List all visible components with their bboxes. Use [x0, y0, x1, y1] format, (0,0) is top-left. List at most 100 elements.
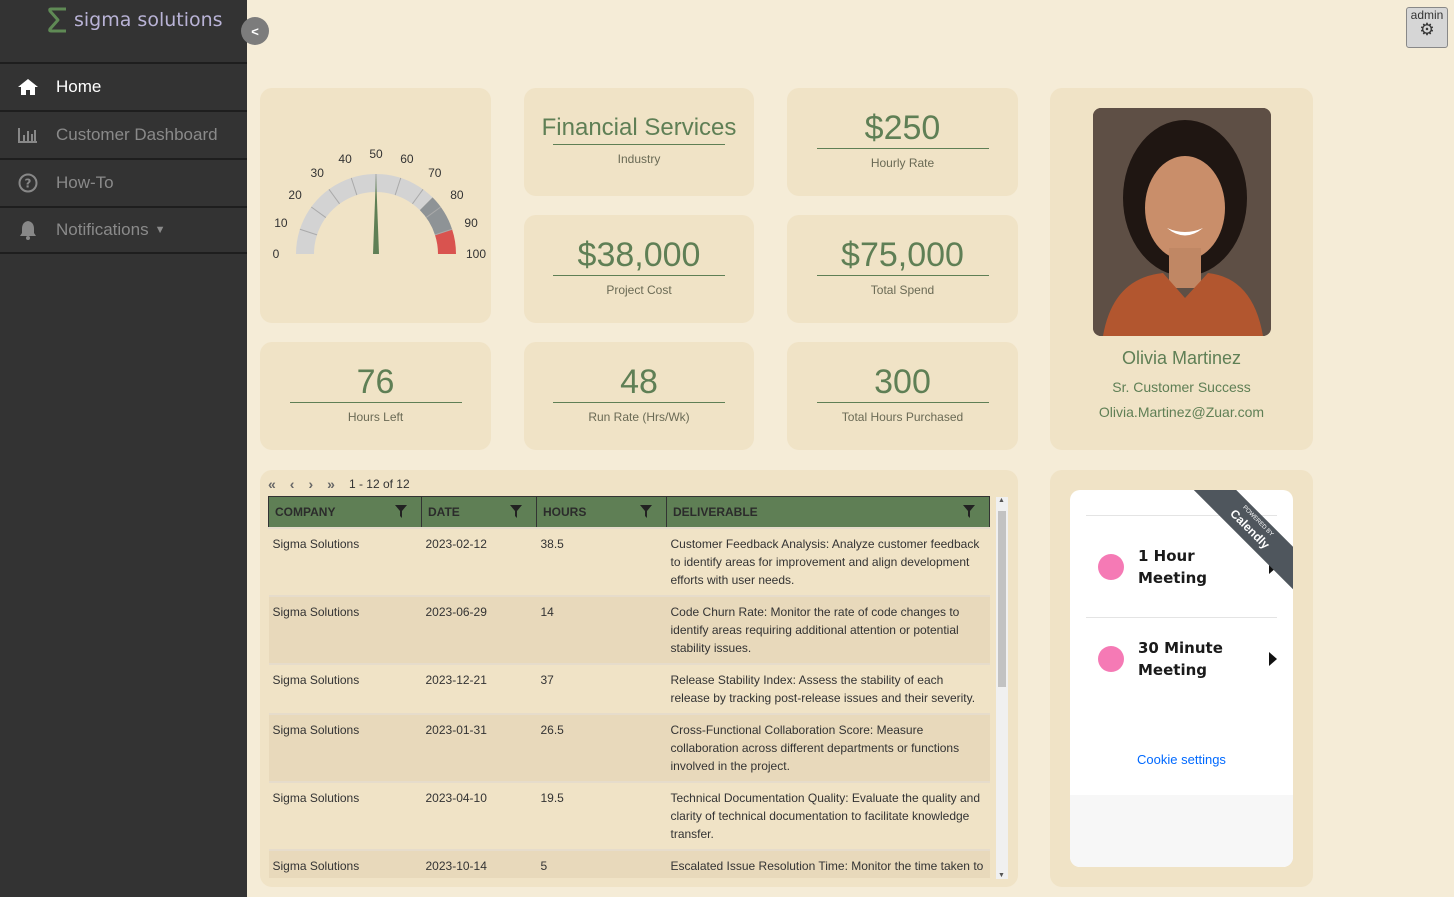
- next-page-button[interactable]: ›: [308, 476, 313, 492]
- cell-hours: 37: [536, 662, 667, 714]
- sidebar-item-label: Home: [56, 77, 102, 96]
- profile-name: Olivia Martinez: [1121, 348, 1242, 368]
- kpi-total-hours: 300 Total Hours Purchased: [787, 342, 1018, 450]
- scroll-down-icon[interactable]: ▼: [998, 872, 1005, 879]
- sidebar-item-label: Notifications: [56, 220, 149, 239]
- kpi-label: Hours Left: [347, 410, 404, 424]
- gauge-tick-label: 10: [274, 216, 288, 230]
- bell-icon: [16, 220, 40, 240]
- header-label: COMPANY: [275, 504, 336, 519]
- header-label: HOURS: [543, 504, 587, 519]
- header-label: DELIVERABLE: [673, 504, 758, 519]
- sidebar-item-how-to[interactable]: ? How-To: [0, 158, 247, 206]
- logo[interactable]: sigma solutions: [46, 6, 223, 34]
- cookie-settings-link[interactable]: Cookie settings: [1070, 752, 1293, 767]
- filter-icon[interactable]: [395, 505, 407, 521]
- filter-icon[interactable]: [510, 505, 522, 521]
- deliverables-table-card: « ‹ › » 1 - 12 of 12 COMPANY DATE HOURS …: [260, 470, 1018, 887]
- divider: [289, 402, 462, 403]
- cell-date: 2023-01-31: [421, 712, 537, 782]
- sidebar-item-notifications[interactable]: Notifications ▼: [0, 206, 247, 254]
- cell-company: Sigma Solutions: [268, 780, 422, 850]
- gauge-tick-label: 70: [428, 166, 442, 180]
- cell-date: 2023-10-14: [421, 848, 537, 878]
- admin-settings-button[interactable]: admin ⚙: [1406, 7, 1448, 48]
- gauge-tick-label: 100: [466, 247, 486, 261]
- logo-text: sigma solutions: [74, 9, 223, 31]
- scroll-up-icon[interactable]: ▲: [998, 497, 1005, 504]
- table-row[interactable]: Sigma Solutions 2023-06-29 14 Code Churn Ra…: [268, 594, 990, 664]
- calendly-footer: [1070, 795, 1293, 867]
- pager-range: 1 - 12 of 12: [348, 477, 410, 491]
- kpi-hourly-rate: $250 Hourly Rate: [787, 88, 1018, 196]
- table-row[interactable]: Sigma Solutions 2023-12-21 37 Release Stabi…: [268, 662, 990, 714]
- gauge-tick-label: 0: [273, 247, 280, 261]
- scroll-thumb[interactable]: [998, 511, 1006, 687]
- table-row[interactable]: Sigma Solutions 2023-01-31 26.5 Cross-Funct…: [268, 712, 990, 782]
- event-30-minute-meeting[interactable]: 30 Minute Meeting: [1086, 617, 1277, 699]
- kpi-hours-left: 76 Hours Left: [260, 342, 491, 450]
- gauge-chart: 0 1020 30 40 50 60 70 8090 100: [273, 147, 487, 261]
- gauge-tick-label: 60: [400, 152, 414, 166]
- gauge-tick-label: 80: [450, 188, 464, 202]
- cell-date: 2023-04-10: [421, 780, 537, 850]
- divider: [816, 148, 989, 149]
- pager: « ‹ › » 1 - 12 of 12: [268, 476, 410, 492]
- kpi-value: 48: [620, 363, 658, 401]
- chevron-right-icon: [1269, 651, 1277, 666]
- cell-hours: 38.5: [536, 526, 667, 596]
- filter-icon[interactable]: [963, 505, 975, 521]
- cell-company: Sigma Solutions: [268, 594, 422, 664]
- column-header-hours[interactable]: HOURS: [536, 496, 667, 528]
- divider: [553, 144, 725, 145]
- cell-deliverable: Release Stability Index: Assess the stab…: [666, 662, 990, 714]
- gear-icon: ⚙: [1419, 20, 1435, 39]
- profile-email[interactable]: Olivia.Martinez@Zuar.com: [1050, 404, 1313, 420]
- profile-photo: [1092, 108, 1271, 336]
- cell-company: Sigma Solutions: [268, 848, 422, 878]
- kpi-label: Run Rate (Hrs/Wk): [588, 410, 690, 424]
- cell-company: Sigma Solutions: [268, 712, 422, 782]
- table-row[interactable]: Sigma Solutions 2023-10-14 5 Escalated Issu…: [268, 848, 990, 878]
- kpi-run-rate: 48 Run Rate (Hrs/Wk): [524, 342, 754, 450]
- sidebar-item-label: Customer Dashboard: [56, 125, 218, 144]
- filter-icon[interactable]: [640, 505, 652, 521]
- column-header-company[interactable]: COMPANY: [268, 496, 422, 528]
- sidebar-item-customer-dashboard[interactable]: Customer Dashboard: [0, 110, 247, 158]
- kpi-value: 76: [356, 363, 395, 401]
- home-icon: [16, 78, 40, 96]
- cell-hours: 19.5: [536, 780, 667, 850]
- divider: [553, 402, 725, 403]
- kpi-industry: Financial Services Industry: [524, 88, 754, 196]
- first-page-button[interactable]: «: [268, 476, 276, 492]
- profile-card: Olivia Martinez Sr. Customer Success Oli…: [1050, 88, 1313, 450]
- last-page-button[interactable]: »: [327, 476, 335, 492]
- caret-down-icon: ▼: [154, 224, 166, 236]
- cell-date: 2023-06-29: [421, 594, 537, 664]
- kpi-label: Industry: [617, 152, 661, 166]
- cell-deliverable: Technical Documentation Quality: Evaluat…: [666, 780, 990, 850]
- event-color-dot: [1098, 553, 1124, 580]
- gauge-tick-label: 40: [338, 152, 352, 166]
- deliverables-table: COMPANY DATE HOURS DELIVERABLE Sigma Sol…: [268, 496, 990, 878]
- table-row[interactable]: Sigma Solutions 2023-02-12 38.5 Customer Fe…: [268, 526, 990, 596]
- calendly-widget: 1 Hour Meeting 30 Minute Meeting POWERED…: [1070, 490, 1293, 867]
- table-scrollbar[interactable]: ▲ ▼: [996, 497, 1008, 879]
- kpi-value: $75,000: [841, 236, 964, 274]
- bar-chart-icon: [16, 127, 40, 143]
- kpi-value: Financial Services: [541, 114, 737, 141]
- table-row[interactable]: Sigma Solutions 2023-04-10 19.5 Technical D…: [268, 780, 990, 850]
- event-title: 30 Minute Meeting: [1138, 638, 1223, 679]
- sidebar-item-home[interactable]: Home: [0, 62, 247, 110]
- cell-date: 2023-02-12: [421, 526, 537, 596]
- cell-company: Sigma Solutions: [268, 662, 422, 714]
- kpi-value: $250: [864, 109, 941, 147]
- column-header-date[interactable]: DATE: [421, 496, 537, 528]
- sidebar-nav: Home Customer Dashboard ? How-To Notific…: [0, 62, 247, 254]
- cell-hours: 14: [536, 594, 667, 664]
- collapse-sidebar-button[interactable]: <: [241, 17, 269, 45]
- gauge-card: 0 10 20 30 40 50 60 70 80 90 100: [260, 88, 491, 323]
- prev-page-button[interactable]: ‹: [290, 476, 295, 492]
- column-header-deliverable[interactable]: DELIVERABLE: [666, 496, 990, 528]
- svg-text:?: ?: [25, 177, 32, 191]
